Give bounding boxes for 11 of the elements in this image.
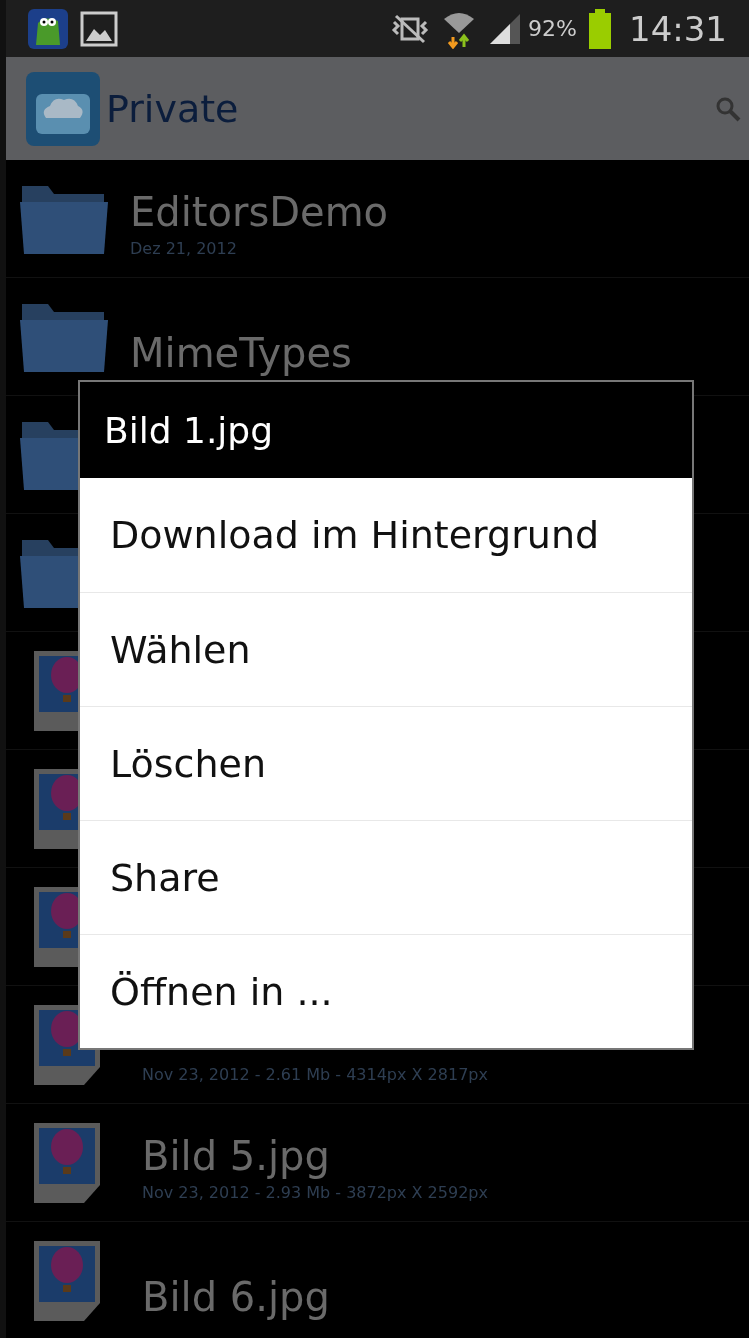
file-name: Bild 5.jpg: [142, 1132, 331, 1179]
clock-time: 14:31: [629, 8, 727, 49]
file-details: Nov 23, 2012 - 2.93 Mb - 3872px X 2592px: [142, 1182, 488, 1202]
file-name: EditorsDemo: [130, 188, 389, 235]
file-name: MimeTypes: [130, 329, 352, 376]
dialog-title: Bild 1.jpg: [80, 382, 692, 478]
battery-percent: 92%: [528, 16, 577, 41]
file-name: Bild 6.jpg: [142, 1273, 330, 1320]
file-details: Nov 23, 2012 - 2.61 Mb - 4314px X 2817px: [142, 1064, 488, 1084]
file-details: Dez 21, 2012: [130, 238, 238, 258]
screen-title: Private: [106, 86, 240, 131]
